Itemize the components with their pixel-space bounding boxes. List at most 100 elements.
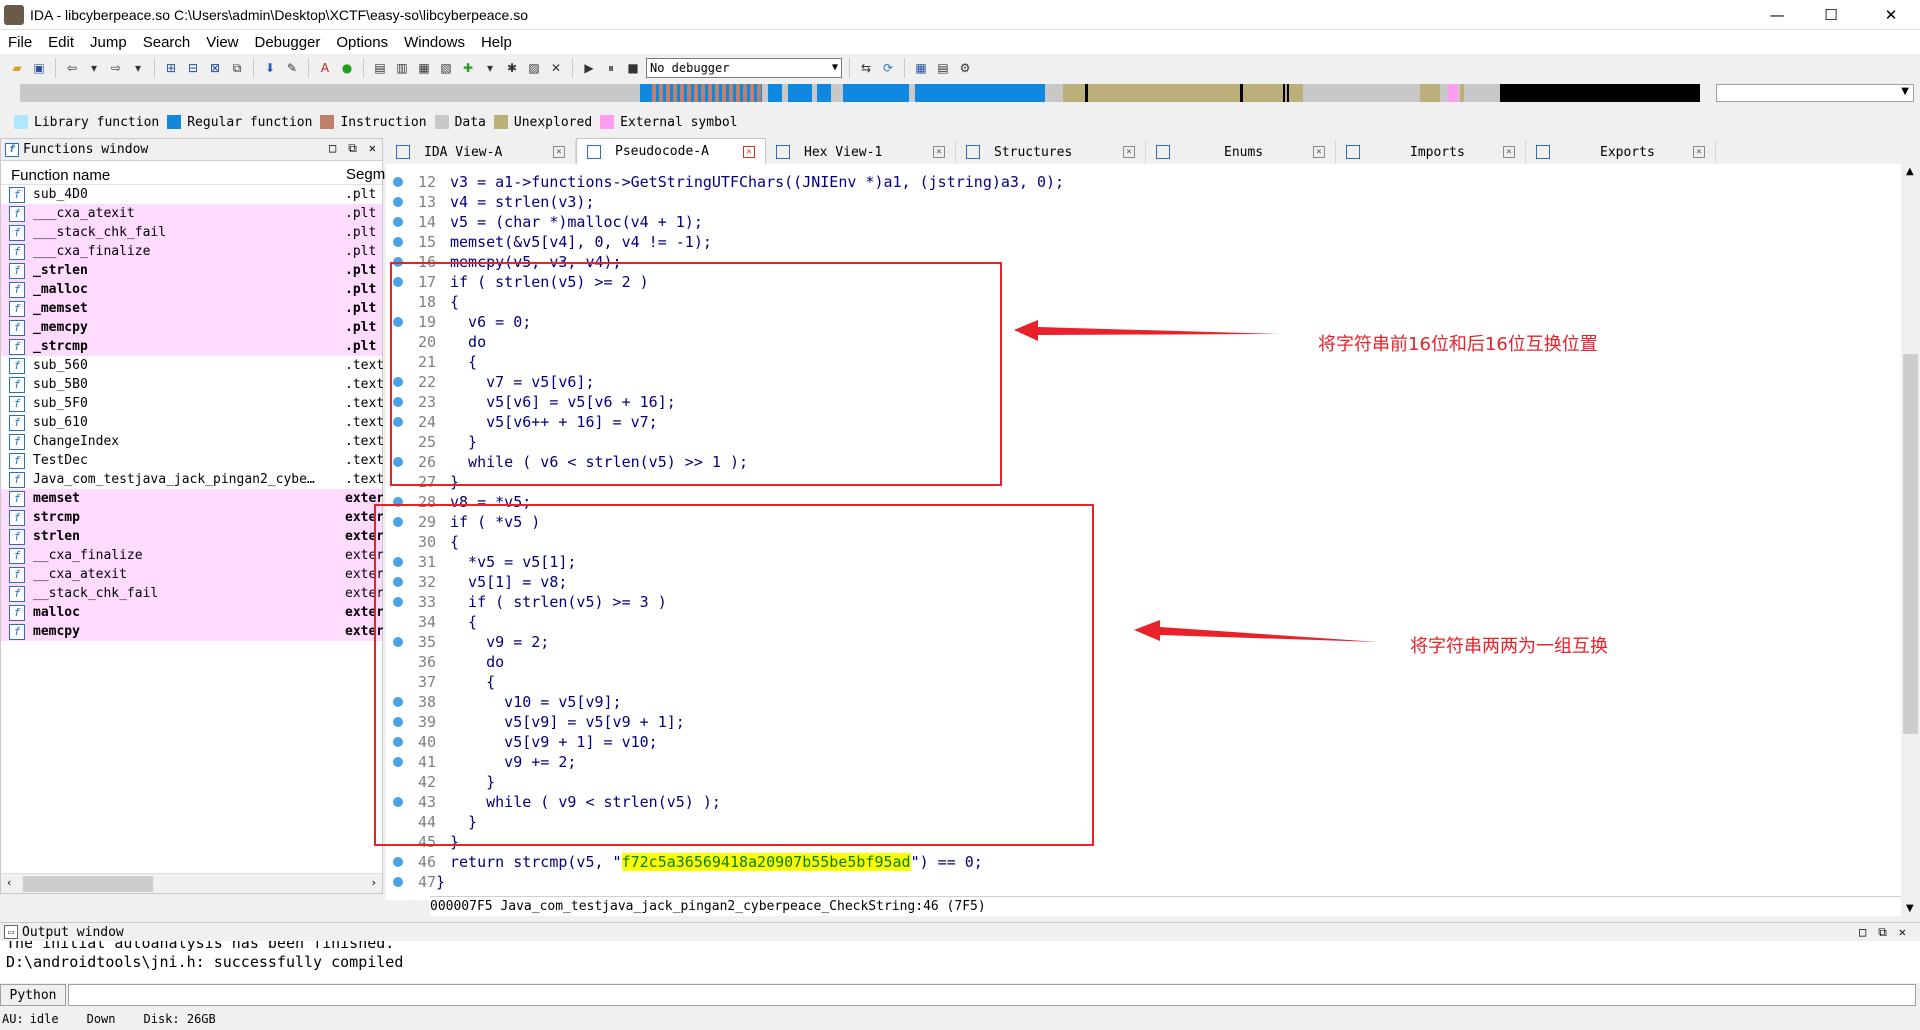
code-line[interactable]: 14 v5 = (char *)malloc(v4 + 1); [386, 212, 1886, 232]
breakpoint-dot-icon[interactable] [393, 197, 403, 207]
refresh-icon[interactable]: ⟳ [879, 59, 897, 77]
open-icon[interactable]: ▰ [8, 59, 26, 77]
tab-close-icon[interactable]: ✕ [933, 146, 945, 158]
breakpoint-dot-icon[interactable] [393, 177, 403, 187]
menu-help[interactable]: Help [473, 34, 520, 51]
menu-windows[interactable]: Windows [396, 34, 473, 51]
back-dropdown-icon[interactable]: ▾ [85, 59, 103, 77]
menu-search[interactable]: Search [135, 34, 199, 51]
segment-combo[interactable]: ▼ [1716, 84, 1914, 102]
jump-down-icon[interactable]: ⬇ [261, 59, 279, 77]
star-icon[interactable]: ✱ [503, 59, 521, 77]
code-line[interactable]: 12 v3 = a1->functions->GetStringUTFChars(… [386, 172, 1886, 192]
function-row[interactable]: f malloc exter [1, 603, 383, 622]
navigation-band[interactable] [20, 84, 1700, 102]
stop-icon[interactable]: ■ [624, 59, 642, 77]
breakpoint-dot-icon[interactable] [393, 217, 403, 227]
tab-hex-view-1[interactable]: Hex View-1 ✕ [766, 140, 956, 164]
data-icon[interactable]: ▥ [393, 59, 411, 77]
menu-edit[interactable]: Edit [40, 34, 82, 51]
forward-dropdown-icon[interactable]: ▾ [129, 59, 147, 77]
graph-icon[interactable]: ▦ [912, 59, 930, 77]
debugger-select[interactable]: No debugger ▼ [646, 58, 842, 78]
back-icon[interactable]: ⇦ [63, 59, 81, 77]
tab-enums[interactable]: Enums ✕ [1146, 140, 1336, 164]
pane-float-icon[interactable]: ⧉ [348, 141, 357, 156]
function-row[interactable]: f ChangeIndex .text [1, 432, 383, 451]
forward-icon[interactable]: ⇨ [107, 59, 125, 77]
pane-restore-icon[interactable]: □ [1859, 925, 1866, 940]
function-row[interactable]: f __stack_chk_fail exter [1, 584, 383, 603]
struct-icon[interactable]: ▦ [415, 59, 433, 77]
code-line[interactable]: 15 memset(&v5[v4], 0, v4 != -1); [386, 232, 1886, 252]
breakpoint-dot-icon[interactable] [393, 237, 403, 247]
tab-close-icon[interactable]: ✕ [743, 145, 755, 158]
function-row[interactable]: f __cxa_finalize exter [1, 546, 383, 565]
function-row[interactable]: f _strcmp .plt [1, 337, 382, 356]
tab-imports[interactable]: Imports ✕ [1336, 140, 1526, 164]
function-row[interactable]: f sub_4D0 .plt [1, 185, 382, 204]
pane-close-icon[interactable]: ✕ [1899, 925, 1906, 940]
search-next-icon[interactable]: ⧉ [228, 59, 246, 77]
functions-hscrollbar[interactable]: ‹ › [1, 873, 382, 893]
menu-file[interactable]: File [0, 34, 40, 51]
tab-close-icon[interactable]: ✕ [553, 146, 565, 158]
function-row[interactable]: f Java_com_testjava_jack_pingan2_cybe… .te… [1, 470, 383, 489]
function-row[interactable]: f strcmp exter [1, 508, 383, 527]
function-row[interactable]: f memcpy exter [1, 622, 383, 641]
undefine-icon[interactable]: ▨ [525, 59, 543, 77]
save-icon[interactable]: ▣ [30, 59, 48, 77]
scroll-up-icon[interactable]: ▲ [1906, 166, 1914, 177]
list-icon[interactable]: ▤ [934, 59, 952, 77]
code-vscrollbar[interactable]: ▲ ▼ [1901, 164, 1920, 916]
scroll-down-icon[interactable]: ▼ [1906, 903, 1914, 914]
text-icon[interactable]: A [316, 59, 334, 77]
array-icon[interactable]: ▧ [437, 59, 455, 77]
function-row[interactable]: f sub_5F0 .text [1, 394, 383, 413]
attach-icon[interactable]: ⇆ [857, 59, 875, 77]
minimize-button[interactable]: — [1750, 0, 1804, 30]
function-row[interactable]: f _malloc .plt [1, 280, 382, 299]
menu-view[interactable]: View [198, 34, 246, 51]
menu-debugger[interactable]: Debugger [247, 34, 329, 51]
pane-restore-icon[interactable]: □ [329, 141, 336, 156]
function-row[interactable]: f sub_610 .text [1, 413, 383, 432]
pane-close-icon[interactable]: ✕ [369, 141, 376, 156]
close-button[interactable]: ✕ [1864, 0, 1918, 30]
function-row[interactable]: f ___cxa_finalize .plt [1, 242, 382, 261]
search-binary-icon[interactable]: ⊠ [206, 59, 224, 77]
column-function-name[interactable]: Function name [11, 167, 110, 184]
function-row[interactable]: f memset exter [1, 489, 383, 508]
add-dropdown-icon[interactable]: ▾ [481, 59, 499, 77]
play-icon[interactable]: ▶ [580, 59, 598, 77]
scroll-right-icon[interactable]: › [372, 876, 376, 889]
function-row[interactable]: f ___stack_chk_fail .plt [1, 223, 382, 242]
function-row[interactable]: f _strlen .plt [1, 261, 382, 280]
function-row[interactable]: f strlen exter [1, 527, 383, 546]
code-icon[interactable]: ▤ [371, 59, 389, 77]
breakpoint-dot-icon[interactable] [393, 877, 403, 887]
function-row[interactable]: f sub_5B0 .text [1, 375, 383, 394]
breakpoint-dot-icon[interactable] [393, 857, 403, 867]
tab-close-icon[interactable]: ✕ [1503, 146, 1515, 158]
python-button[interactable]: Python [0, 984, 66, 1006]
tab-close-icon[interactable]: ✕ [1693, 146, 1705, 158]
function-row[interactable]: f ___cxa_atexit .plt [1, 204, 382, 223]
maximize-button[interactable]: ☐ [1804, 0, 1858, 30]
search-text-icon[interactable]: ⊟ [184, 59, 202, 77]
command-input[interactable] [68, 984, 1916, 1006]
function-row[interactable]: f __cxa_atexit exter [1, 565, 383, 584]
function-row[interactable]: f _memcpy .plt [1, 318, 382, 337]
tab-pseudocode-a[interactable]: Pseudocode-A ✕ [576, 138, 766, 164]
green-circle-icon[interactable]: ● [338, 59, 356, 77]
delete-icon[interactable]: ✕ [547, 59, 565, 77]
scroll-thumb[interactable] [1903, 354, 1918, 734]
binoculars-icon[interactable]: ⊞ [162, 59, 180, 77]
flag-string-literal[interactable]: f72c5a36569418a20907b55be5bf95ad [621, 853, 911, 871]
function-row[interactable]: f _memset .plt [1, 299, 382, 318]
settings-icon[interactable]: ⚙ [956, 59, 974, 77]
tab-ida-view-a[interactable]: IDA View-A ✕ [386, 140, 576, 164]
tab-exports[interactable]: Exports ✕ [1526, 140, 1716, 164]
mark-icon[interactable]: ✎ [283, 59, 301, 77]
pane-float-icon[interactable]: ⧉ [1878, 925, 1887, 940]
